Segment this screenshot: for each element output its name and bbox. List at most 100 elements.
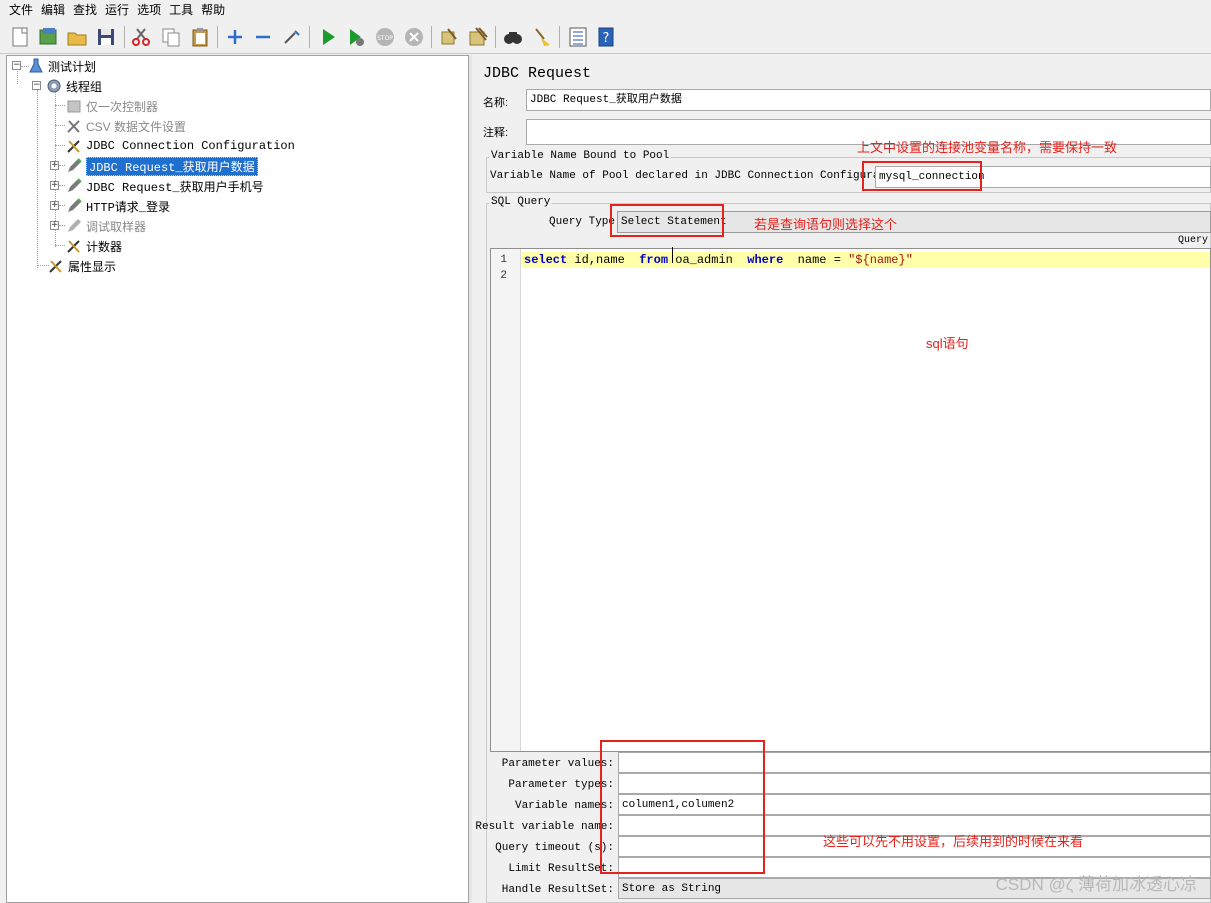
sql-annotation-text: sql语句 — [926, 336, 969, 351]
clear-all-icon[interactable] — [466, 25, 490, 49]
sampler-pen-icon — [65, 157, 83, 175]
tree-node-http-login[interactable]: HTTP请求_登录 — [65, 197, 170, 215]
tree-node-label: JDBC Connection Configuration — [86, 139, 295, 153]
menu-file[interactable]: 文件 — [6, 0, 38, 20]
sql-group-title: SQL Query — [489, 196, 553, 208]
tree-node-counter[interactable]: 计数器 — [65, 237, 122, 255]
tree-expander-jdbc-request-phone[interactable]: + — [50, 181, 59, 190]
line-number-gutter: 1 2 — [491, 249, 521, 751]
controller-icon — [65, 97, 83, 115]
query-type-annotation-text: 若是查询语句则选择这个 — [754, 217, 898, 232]
tree-node-once-only-controller[interactable]: 仅一次控制器 — [65, 97, 158, 115]
sql-code-line: select id,name from oa_admin where name … — [524, 252, 913, 268]
svg-text:?: ? — [603, 31, 610, 46]
tree-node-thread-group[interactable]: 线程组 — [45, 77, 102, 95]
pool-label: Variable Name of Pool declared in JDBC C… — [490, 170, 913, 182]
params-annotation-box — [600, 740, 765, 874]
menu-bar: 文件 编辑 查找 运行 选项 工具 帮助 — [0, 0, 1211, 20]
test-plan-tree: − 测试计划 − 线程组 仅一次控制器 CSV 数据文件设置 JDBC Conn… — [6, 55, 469, 903]
search-icon[interactable] — [501, 25, 525, 49]
tree-expander-debug-sampler[interactable]: + — [50, 221, 59, 230]
svg-text:STOP: STOP — [377, 35, 393, 42]
toggle-icon[interactable] — [280, 25, 304, 49]
line-number: 2 — [500, 270, 507, 282]
sql-keyword-from: from — [639, 253, 669, 267]
pool-annotation-text: 上文中设置的连接池变量名称，需要保持一致 — [857, 140, 1118, 155]
query-type-annotation-box — [610, 204, 724, 237]
name-label: 名称: — [483, 97, 509, 109]
paste-icon[interactable] — [188, 25, 212, 49]
expand-icon[interactable] — [223, 25, 247, 49]
tree-node-label: 计数器 — [86, 239, 123, 254]
tree-node-debug-sampler[interactable]: 调试取样器 — [65, 217, 146, 235]
config-wrench-icon — [47, 257, 65, 275]
menu-search[interactable]: 查找 — [70, 0, 102, 20]
tree-node-property-display[interactable]: 属性显示 — [47, 257, 116, 275]
csdn-watermark: CSDN @ζ 薄荷加冰透心凉 — [995, 875, 1197, 894]
result-variable-name-label: Result variable name: — [475, 821, 614, 833]
comment-label: 注释: — [483, 127, 509, 139]
tree-node-csv-data-set[interactable]: CSV 数据文件设置 — [65, 117, 186, 135]
tree-node-label: 调试取样器 — [86, 219, 147, 234]
toolbar: STOP ? — [0, 20, 1211, 54]
config-wrench-icon — [65, 137, 83, 155]
sampler-pen-icon — [65, 197, 83, 215]
shutdown-icon[interactable] — [402, 25, 426, 49]
tree-node-label: 线程组 — [66, 79, 103, 94]
sql-keyword-select: select — [524, 253, 568, 267]
tree-node-label: 仅一次控制器 — [86, 99, 159, 114]
menu-help[interactable]: 帮助 — [198, 0, 230, 20]
sql-editor[interactable]: 1 2 select id,name from oa_admin where n… — [490, 247, 1211, 752]
query-timeout-label: Query timeout (s): — [495, 842, 614, 854]
menu-options[interactable]: 选项 — [134, 0, 166, 20]
pool-annotation-box — [862, 161, 982, 191]
menu-run[interactable]: 运行 — [102, 0, 134, 20]
tree-node-jdbc-connection-config[interactable]: JDBC Connection Configuration — [65, 137, 295, 155]
tree-node-label: JDBC Request_获取用户数据 — [86, 156, 258, 176]
clear-icon[interactable] — [437, 25, 461, 49]
tree-expander-jdbc-request-user[interactable]: + — [50, 161, 59, 170]
text-cursor — [672, 247, 673, 263]
tree-node-label: HTTP请求_登录 — [86, 200, 171, 215]
stop-icon[interactable]: STOP — [373, 25, 397, 49]
help-icon[interactable]: ? — [594, 25, 618, 49]
templates-icon[interactable] — [36, 25, 60, 49]
tree-node-jdbc-request-user-phone[interactable]: JDBC Request_获取用户手机号 — [65, 177, 264, 195]
test-plan-icon — [27, 57, 45, 75]
new-icon[interactable] — [8, 25, 32, 49]
sampler-pen-icon — [65, 177, 83, 195]
panel-title: JDBC Request — [483, 65, 592, 82]
tree-expander-thread-group[interactable]: − — [32, 81, 41, 90]
start-no-pause-icon[interactable] — [344, 25, 368, 49]
params-annotation-text: 这些可以先不用设置，后续用到的时候在来看 — [823, 834, 1084, 849]
tree-node-label: 测试计划 — [48, 59, 97, 74]
parameter-values-label: Parameter values: — [501, 758, 614, 770]
tree-node-label: JDBC Request_获取用户手机号 — [86, 180, 264, 195]
sql-keyword-where: where — [747, 253, 784, 267]
thread-group-gear-icon — [45, 77, 63, 95]
handle-resultset-label: Handle ResultSet: — [501, 884, 614, 896]
open-icon[interactable] — [65, 25, 89, 49]
menu-tools[interactable]: 工具 — [166, 0, 198, 20]
sampler-pen-icon — [65, 217, 83, 235]
reset-search-icon[interactable] — [530, 25, 554, 49]
sql-string-literal: "${name}" — [848, 253, 913, 267]
config-wrench-icon — [65, 237, 83, 255]
collapse-icon[interactable] — [251, 25, 275, 49]
tree-expander-http-login[interactable]: + — [50, 201, 59, 210]
function-helper-icon[interactable] — [566, 25, 590, 49]
name-field[interactable]: JDBC Request_获取用户数据 — [526, 89, 1211, 111]
start-icon[interactable] — [316, 25, 340, 49]
copy-icon[interactable] — [159, 25, 183, 49]
tree-expander-test-plan[interactable]: − — [12, 61, 21, 70]
tree-node-jdbc-request-user-data[interactable]: JDBC Request_获取用户数据 — [65, 156, 258, 176]
menu-edit[interactable]: 编辑 — [38, 0, 70, 20]
tree-node-label: CSV 数据文件设置 — [86, 119, 187, 134]
sql-table: oa_admin — [668, 253, 748, 267]
jdbc-request-panel: JDBC Request 名称: JDBC Request_获取用户数据 注释:… — [472, 55, 1211, 903]
cut-icon[interactable] — [129, 25, 153, 49]
tree-node-test-plan[interactable]: 测试计划 — [27, 57, 96, 75]
save-icon[interactable] — [94, 25, 118, 49]
pool-group-title: Variable Name Bound to Pool — [489, 150, 672, 162]
sql-condition: name = — [783, 253, 849, 267]
